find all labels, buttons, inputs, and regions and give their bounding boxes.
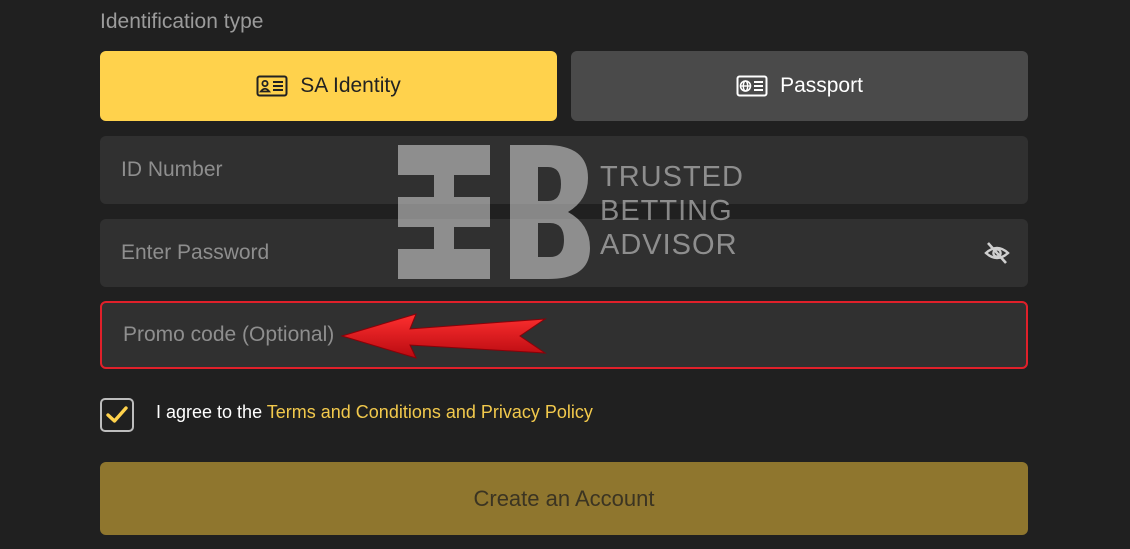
terms-link[interactable]: Terms and Conditions and Privacy Policy [267, 402, 593, 422]
id-type-label: Identification type [100, 10, 264, 33]
create-account-button[interactable]: Create an Account [100, 462, 1028, 535]
passport-icon [736, 75, 768, 97]
promo-code-field-container [100, 301, 1028, 369]
promo-code-input[interactable] [102, 303, 1026, 367]
eye-off-icon[interactable] [984, 240, 1010, 266]
check-icon [106, 406, 128, 423]
passport-label: Passport [780, 74, 863, 97]
agree-checkbox[interactable] [100, 398, 134, 432]
id-number-input[interactable] [100, 136, 1028, 204]
password-field-container [100, 219, 1028, 287]
agree-text: I agree to the Terms and Conditions and … [156, 402, 593, 423]
id-card-icon [256, 75, 288, 97]
agree-prefix: I agree to the [156, 402, 267, 422]
password-input[interactable] [100, 219, 1028, 287]
passport-button[interactable]: Passport [571, 51, 1028, 121]
sa-identity-button[interactable]: SA Identity [100, 51, 557, 121]
id-number-field-container [100, 136, 1028, 204]
sa-identity-label: SA Identity [300, 74, 401, 97]
